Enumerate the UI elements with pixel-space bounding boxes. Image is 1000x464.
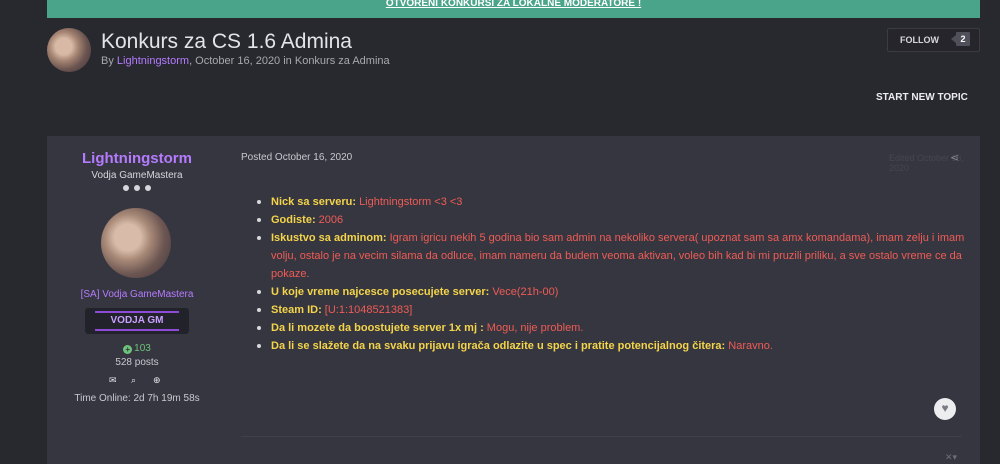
application-field: Godiste: 2006 <box>257 211 972 229</box>
byline-author-link[interactable]: Lightningstorm <box>117 55 189 67</box>
field-label: Da li mozete da boostujete server 1x mj … <box>271 322 487 334</box>
reputation-value: 103 <box>134 343 151 354</box>
rank-pip <box>123 185 129 191</box>
edited-date: Edited October 16, 2020 <box>889 153 965 173</box>
field-value: Naravno. <box>728 340 773 352</box>
reaction-heart-icon[interactable]: ♥ <box>934 398 956 420</box>
moderation-menu-icon[interactable]: ✕▾ <box>945 452 957 463</box>
post-author-group: [SA] Vodja GameMastera <box>80 289 194 300</box>
field-label: Steam ID: <box>271 304 325 316</box>
post-divider <box>241 436 962 437</box>
search-icon[interactable]: ⌕ <box>131 375 136 385</box>
field-label: Nick sa serveru: <box>271 196 360 208</box>
reputation-count: +103 <box>47 343 227 354</box>
byline-date: , October 16, 2020 in <box>189 55 295 67</box>
rank-pip <box>145 185 151 191</box>
field-value: 2006 <box>318 214 344 226</box>
application-field: Nick sa serveru: Lightningstorm <3 <3 <box>257 193 972 211</box>
byline-prefix: By <box>101 55 117 67</box>
field-value: Lightningstorm <3 <3 <box>359 196 463 208</box>
author-action-icons: ✉ ⌕ ⊕ <box>107 375 167 385</box>
start-new-topic-button[interactable]: START NEW TOPIC <box>876 92 968 103</box>
envelope-icon[interactable]: ✉ <box>109 375 117 385</box>
application-fields-list: Nick sa serveru: Lightningstorm <3 <3 God… <box>257 193 972 355</box>
field-value: [U:1:1048521383] <box>324 304 413 316</box>
application-field: Da li mozete da boostujete server 1x mj … <box>257 319 972 337</box>
post-date[interactable]: Posted October 16, 2020 <box>241 152 352 163</box>
plus-circle-icon: + <box>123 345 133 354</box>
post-author-panel: Lightningstorm Vodja GameMastera [SA] Vo… <box>47 136 227 464</box>
post-author-avatar[interactable] <box>101 208 171 278</box>
field-label: U koje vreme najcesce posecujete server: <box>271 286 493 298</box>
post-count: 528 posts <box>115 357 159 368</box>
announcement-banner[interactable]: OTVORENI KONKURSI ZA LOKALNE MODERATORE … <box>47 0 980 18</box>
group-badge-text: VODJA GM <box>110 315 164 326</box>
topic-author-avatar[interactable] <box>47 28 91 72</box>
application-field: Iskustvo sa adminom: Igram igricu nekih … <box>257 229 972 283</box>
application-field: Da li se slažete da na svaku prijavu igr… <box>257 337 972 355</box>
byline-forum-link[interactable]: Konkurs za Admina <box>295 55 390 67</box>
application-field: Steam ID: [U:1:1048521383] <box>257 301 972 319</box>
share-icon[interactable]: ⋖ <box>950 151 959 164</box>
post-author-name[interactable]: Lightningstorm <box>47 150 227 167</box>
plus-circle-icon[interactable]: ⊕ <box>153 375 161 385</box>
topic-byline: By Lightningstorm, October 16, 2020 in K… <box>101 55 390 67</box>
field-label: Iskustvo sa adminom: <box>271 232 390 244</box>
follow-count-badge: 2 <box>951 32 970 46</box>
rank-pip <box>134 185 140 191</box>
page-title: Konkurs za CS 1.6 Admina <box>101 30 352 53</box>
announcement-text[interactable]: OTVORENI KONKURSI ZA LOKALNE MODERATORE … <box>386 0 641 9</box>
follow-button[interactable]: FOLLOW 2 <box>887 28 980 52</box>
field-value: Mogu, nije problem. <box>486 322 584 334</box>
follow-label: FOLLOW <box>900 35 939 45</box>
field-label: Godiste: <box>271 214 319 226</box>
rank-pips <box>123 185 151 193</box>
time-online: Time Online: 2d 7h 19m 58s <box>74 393 200 404</box>
field-label: Da li se slažete da na svaku prijavu igr… <box>271 340 729 352</box>
application-field: U koje vreme najcesce posecujete server:… <box>257 283 972 301</box>
field-value: Vece(21h-00) <box>492 286 559 298</box>
post-author-title: Vodja GameMastera <box>91 170 183 181</box>
post-container: Lightningstorm Vodja GameMastera [SA] Vo… <box>47 136 980 464</box>
group-badge-image: VODJA GM <box>85 308 189 334</box>
